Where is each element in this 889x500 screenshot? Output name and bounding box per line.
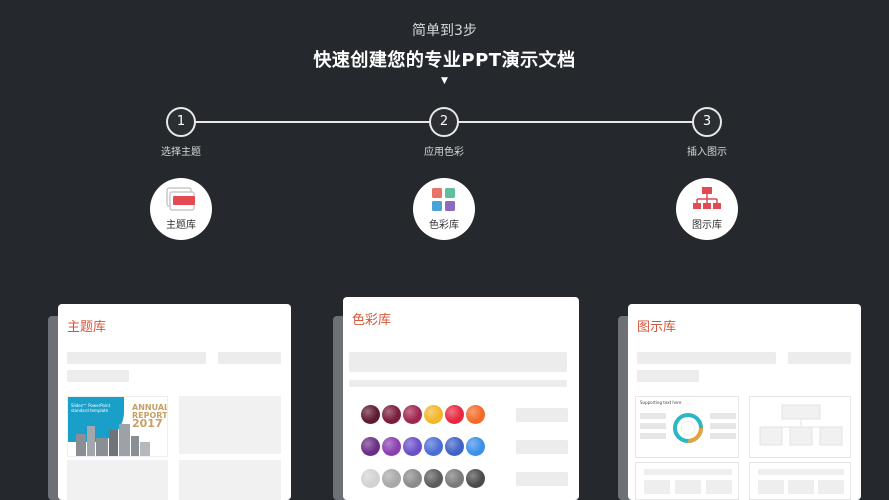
placeholder-bar bbox=[516, 472, 568, 486]
color-swatch[interactable] bbox=[466, 469, 485, 488]
color-swatch[interactable] bbox=[445, 437, 464, 456]
annual-report-thumbnail[interactable]: Slidez™ PowerPoint standard template ANNU… bbox=[67, 396, 168, 457]
color-library-card[interactable]: 色彩库 bbox=[343, 297, 579, 500]
placeholder-bar bbox=[349, 380, 567, 387]
list-diagram-icon bbox=[644, 469, 732, 494]
color-swatch[interactable] bbox=[445, 405, 464, 424]
placeholder-bar bbox=[516, 408, 568, 422]
color-swatch[interactable] bbox=[424, 405, 443, 424]
theme-library-badge[interactable]: 主题库 bbox=[150, 178, 212, 240]
palette-row[interactable] bbox=[361, 405, 491, 425]
color-swatch[interactable] bbox=[466, 405, 485, 424]
placeholder-bar bbox=[637, 370, 699, 382]
placeholder-bar bbox=[218, 352, 281, 364]
cover-text: Slidez™ PowerPoint standard template bbox=[71, 403, 111, 413]
cycle-diagram-icon bbox=[640, 413, 736, 443]
building-shape bbox=[96, 438, 108, 456]
placeholder-bar bbox=[349, 352, 567, 372]
color-swatch[interactable] bbox=[403, 405, 422, 424]
placeholder-bar bbox=[516, 440, 568, 454]
slides-icon bbox=[166, 187, 195, 211]
color-palette-icon bbox=[432, 188, 455, 211]
color-card-title: 色彩库 bbox=[352, 313, 392, 328]
hierarchy-diagram-icon bbox=[759, 404, 843, 446]
page-title: 快速创建您的专业PPT演示文档 bbox=[313, 50, 576, 71]
color-swatch[interactable] bbox=[382, 437, 401, 456]
building-shape bbox=[140, 442, 150, 456]
color-swatch[interactable] bbox=[361, 437, 380, 456]
color-swatch[interactable] bbox=[361, 405, 380, 424]
placeholder-bar bbox=[67, 370, 129, 382]
diagram-thumbnail[interactable] bbox=[635, 462, 739, 500]
color-swatch[interactable] bbox=[382, 405, 401, 424]
down-arrow-icon: ▼ bbox=[441, 76, 448, 86]
theme-thumbnail[interactable] bbox=[179, 460, 281, 500]
color-swatch[interactable] bbox=[403, 437, 422, 456]
building-shape bbox=[109, 430, 118, 456]
theme-card-title: 主题库 bbox=[67, 320, 107, 335]
color-library-label: 色彩库 bbox=[429, 220, 459, 231]
step-1-circle[interactable]: 1 bbox=[166, 107, 196, 137]
step-2-circle[interactable]: 2 bbox=[429, 107, 459, 137]
cycle-diagram-thumbnail[interactable]: Supporting text here bbox=[635, 396, 739, 458]
cover-report-text: ANNUAL REPORT 2017 bbox=[132, 403, 168, 430]
building-shape bbox=[131, 436, 139, 456]
building-shape bbox=[87, 426, 95, 456]
theme-thumbnail[interactable] bbox=[67, 460, 168, 500]
color-swatch[interactable] bbox=[424, 469, 443, 488]
color-swatch[interactable] bbox=[382, 469, 401, 488]
placeholder-bar bbox=[67, 352, 206, 364]
color-swatch[interactable] bbox=[466, 437, 485, 456]
diagram-library-label: 图示库 bbox=[692, 220, 722, 231]
color-library-badge[interactable]: 色彩库 bbox=[413, 178, 475, 240]
theme-library-card[interactable]: 主题库 Slidez™ PowerPoint standard template … bbox=[58, 304, 291, 500]
step-1-label: 选择主题 bbox=[161, 147, 201, 158]
header-subtitle: 简单到3步 bbox=[412, 23, 477, 39]
step-3-circle[interactable]: 3 bbox=[692, 107, 722, 137]
color-swatch[interactable] bbox=[445, 469, 464, 488]
building-shape bbox=[76, 434, 86, 456]
palette-row[interactable] bbox=[361, 469, 491, 489]
diagram-card-title: 图示库 bbox=[637, 320, 677, 335]
theme-thumbnail[interactable] bbox=[179, 396, 281, 454]
step-2-label: 应用色彩 bbox=[424, 147, 464, 158]
diagram-library-badge[interactable]: 图示库 bbox=[676, 178, 738, 240]
building-shape bbox=[119, 424, 130, 456]
org-chart-icon bbox=[693, 187, 721, 209]
list-diagram-icon bbox=[758, 469, 844, 494]
color-swatch[interactable] bbox=[361, 469, 380, 488]
org-diagram-thumbnail[interactable] bbox=[749, 396, 851, 458]
color-swatch[interactable] bbox=[424, 437, 443, 456]
palette-row[interactable] bbox=[361, 437, 491, 457]
placeholder-bar bbox=[788, 352, 851, 364]
theme-library-label: 主题库 bbox=[166, 220, 196, 231]
diagram-library-card[interactable]: 图示库 Supporting text here bbox=[628, 304, 861, 500]
color-swatch[interactable] bbox=[403, 469, 422, 488]
placeholder-bar bbox=[637, 352, 776, 364]
step-3-label: 插入图示 bbox=[687, 147, 727, 158]
diagram-thumbnail[interactable] bbox=[749, 462, 851, 500]
